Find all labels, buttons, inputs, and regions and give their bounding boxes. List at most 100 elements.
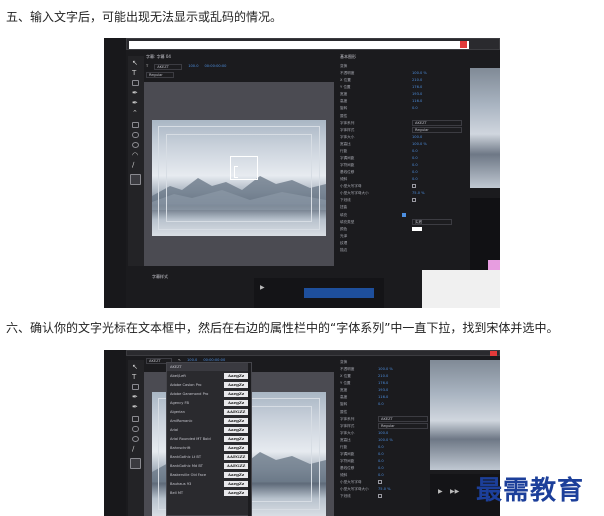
fill-checkbox[interactable] — [402, 213, 406, 217]
prop-value[interactable]: 0.0 — [412, 149, 418, 153]
arc-tool-icon[interactable]: ◠ — [132, 152, 139, 159]
ellipse-tool-icon[interactable] — [132, 436, 139, 442]
selection-tool-icon[interactable]: ↖ — [132, 60, 139, 67]
selection-tool-icon[interactable]: ↖ — [132, 364, 139, 371]
font-option[interactable]: BankGothic Lt BT AAEGZZ — [167, 453, 251, 461]
pen-tool-icon[interactable]: ✒ — [132, 394, 139, 401]
font-option[interactable]: Bell MT AaegZz — [167, 489, 251, 497]
prop-value[interactable]: 100.0 — [412, 135, 422, 139]
font-family-selector[interactable]: AKEZT — [154, 64, 183, 70]
play-icon[interactable]: ▶ — [260, 284, 265, 291]
font-option-name: BankGothic Md BT — [170, 464, 203, 468]
font-option[interactable]: Agency FB AaegZz — [167, 399, 251, 407]
font-option[interactable]: AKEZT — [167, 363, 251, 371]
prop-value[interactable]: 210.0 — [412, 78, 422, 82]
prop-value[interactable]: 0.0 — [378, 466, 384, 470]
line-tool-icon[interactable]: ∕ — [132, 446, 139, 453]
add-anchor-tool-icon[interactable]: ✒ — [132, 100, 139, 107]
transport-area: ▶ — [254, 278, 384, 308]
screenshot-premiere-font-list: ↖ T ✒ ✒ ∕ AKEZT ↖ 100.0 00:00:00:00 AKEZ… — [104, 350, 500, 516]
prop-value[interactable]: 0.0 — [412, 170, 418, 174]
prop-value[interactable]: 116.0 — [412, 99, 422, 103]
prop-value[interactable]: 0.0 — [412, 106, 418, 110]
font-option-name: Bell MT — [170, 491, 184, 495]
title-canvas[interactable] — [144, 82, 334, 266]
font-option[interactable]: Arial AaegZz — [167, 426, 251, 434]
prop-label: 纹理 — [340, 241, 348, 245]
alignment-grid-icon[interactable] — [130, 458, 141, 469]
font-option[interactable]: BankGothic Md BT AAEGZZ — [167, 462, 251, 470]
fill-type-dropdown[interactable]: 实底 — [412, 219, 452, 225]
prop-value[interactable]: 0.0 — [412, 156, 418, 160]
font-option[interactable]: Arial Rounded MT Bold AaegZz — [167, 435, 251, 443]
prop-value[interactable]: 100.0 — [378, 431, 388, 435]
prop-value[interactable]: 100.0 % — [378, 438, 393, 442]
prop-label: 小型大写字母 — [340, 184, 362, 188]
fill-color-swatch[interactable] — [412, 227, 422, 231]
prop-value[interactable]: 0.0 — [412, 163, 418, 167]
font-sample: AaegZz — [224, 382, 248, 388]
prop-value[interactable]: 75.0 % — [412, 191, 425, 195]
font-family-dropdown[interactable]: AKEZT — [378, 416, 428, 422]
prop-label: 旋转 — [340, 106, 348, 110]
ellipse-tool-icon[interactable] — [132, 142, 139, 148]
font-style-dropdown[interactable]: Regular — [412, 127, 462, 133]
prop-label: Y 位置 — [340, 85, 351, 89]
prop-value[interactable]: 0.0 — [378, 445, 384, 449]
prop-value[interactable]: 0.0 — [378, 473, 384, 477]
play-icon[interactable]: ▶ — [438, 488, 443, 495]
font-option[interactable]: Abel/Left AaegZz — [167, 372, 251, 380]
rounded-rectangle-tool-icon[interactable] — [132, 426, 139, 432]
font-option-name: AmiRomanic — [170, 419, 193, 423]
font-size-value[interactable]: 100.0 — [188, 64, 198, 70]
small-caps-checkbox[interactable] — [378, 480, 382, 484]
font-style-dropdown[interactable]: Regular — [378, 423, 428, 429]
timecode-value[interactable]: 00:00:00:00 — [205, 64, 227, 70]
underline-checkbox[interactable] — [412, 198, 416, 202]
close-icon[interactable] — [460, 41, 467, 48]
line-tool-icon[interactable]: ∕ — [132, 162, 139, 169]
convert-anchor-tool-icon[interactable]: ⌃ — [132, 110, 139, 117]
prop-value[interactable]: 210.0 — [378, 374, 388, 378]
area-type-tool-icon[interactable] — [132, 80, 139, 86]
step-forward-icon[interactable]: ▶▶ — [450, 488, 459, 495]
prop-label: 变换 — [340, 64, 348, 68]
prop-value[interactable]: 193.0 — [412, 92, 422, 96]
area-type-tool-icon[interactable] — [132, 384, 139, 390]
prop-value[interactable]: 100.0 % — [412, 71, 427, 75]
prop-value[interactable]: 100.0 % — [378, 367, 393, 371]
prop-value[interactable]: 75.0 % — [378, 487, 391, 491]
font-family-dropdown[interactable]: AKEZT — [412, 120, 462, 126]
pen-tool-icon[interactable]: ✒ — [132, 90, 139, 97]
font-style-selector[interactable]: Regular — [146, 72, 174, 78]
font-option[interactable]: AmiRomanic AaegZz — [167, 417, 251, 425]
prop-value[interactable]: 0.0 — [378, 402, 384, 406]
font-option[interactable]: Baskerville Old Face AaegZz — [167, 471, 251, 479]
prop-value[interactable]: 0.0 — [378, 452, 384, 456]
prop-value[interactable]: 0.0 — [378, 459, 384, 463]
font-option[interactable]: Bauhaus 93 AaegZz — [167, 480, 251, 488]
close-icon[interactable] — [490, 351, 497, 356]
small-caps-checkbox[interactable] — [412, 184, 416, 188]
rectangle-tool-icon[interactable] — [132, 122, 139, 128]
prop-label: 字偶间距 — [340, 156, 355, 160]
timeline-clip-blue — [304, 288, 374, 298]
font-option[interactable]: Adobe Caslon Pro AaegZz — [167, 381, 251, 389]
font-list-scrollbar[interactable] — [248, 363, 251, 516]
font-option[interactable]: Bahnschrift AaegZz — [167, 444, 251, 452]
prop-value[interactable]: 176.0 — [378, 381, 388, 385]
font-option[interactable]: Algerian AAEGZZ — [167, 408, 251, 416]
rounded-rectangle-tool-icon[interactable] — [132, 132, 139, 138]
type-tool-icon[interactable]: T — [132, 374, 139, 381]
type-tool-icon[interactable]: T — [132, 70, 139, 77]
underline-checkbox[interactable] — [378, 494, 382, 498]
alignment-grid-icon[interactable] — [130, 174, 141, 185]
font-option[interactable]: Adobe Garamond Pro AaegZz — [167, 390, 251, 398]
prop-value[interactable]: 100.0 % — [412, 142, 427, 146]
prop-value[interactable]: 176.0 — [412, 85, 422, 89]
prop-value[interactable]: 116.0 — [378, 395, 388, 399]
add-anchor-tool-icon[interactable]: ✒ — [132, 404, 139, 411]
prop-value[interactable]: 0.0 — [412, 177, 418, 181]
prop-value[interactable]: 193.0 — [378, 388, 388, 392]
rectangle-tool-icon[interactable] — [132, 416, 139, 422]
